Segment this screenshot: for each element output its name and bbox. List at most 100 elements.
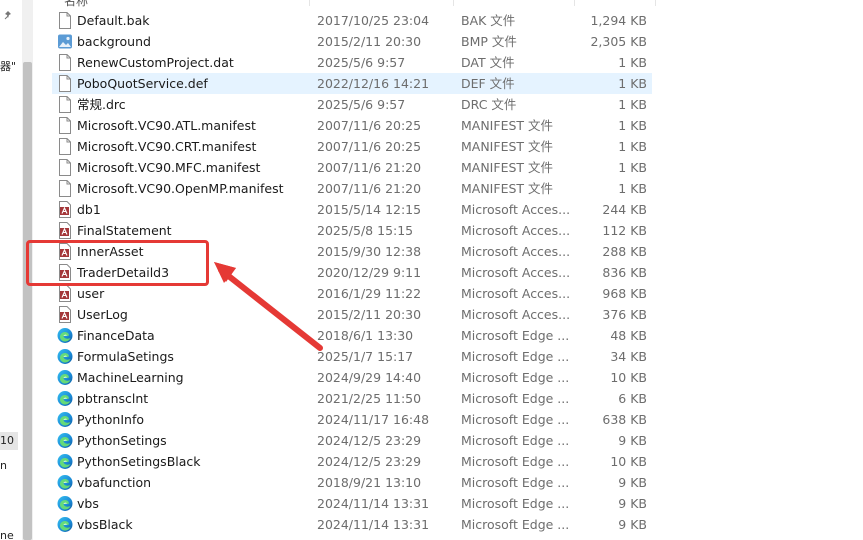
image-file-icon (57, 33, 73, 50)
file-row[interactable]: PythonSetings 2024/12/5 23:29 Microsoft Ed… (52, 430, 652, 451)
nav-fragment-1[interactable]: 器" (0, 58, 16, 74)
edge-icon (57, 474, 73, 491)
edge-icon (57, 411, 73, 428)
file-size: 836 KB (602, 265, 647, 280)
edge-icon (57, 516, 73, 533)
file-name: Microsoft.VC90.ATL.manifest (77, 118, 256, 133)
file-date-modified: 2015/2/11 20:30 (317, 307, 422, 322)
file-size: 9 KB (618, 496, 647, 511)
file-row[interactable]: FormulaSetings 2025/1/7 15:17 Microsoft Ed… (52, 346, 652, 367)
file-row[interactable]: db1 2015/5/14 12:15 Microsoft Acces... 244 … (52, 199, 652, 220)
file-name: user (77, 286, 105, 301)
file-name: FinalStatement (77, 223, 172, 238)
generic-file-icon (57, 12, 73, 29)
file-date-modified: 2018/9/21 13:10 (317, 475, 422, 490)
file-name: PoboQuotService.def (77, 76, 208, 91)
file-name: RenewCustomProject.dat (77, 55, 234, 70)
file-date-modified: 2024/12/5 23:29 (317, 433, 422, 448)
edge-icon (57, 327, 73, 344)
file-row[interactable]: vbsBlack 2024/11/14 13:31 Microsoft Edge .… (52, 514, 652, 535)
file-row[interactable]: pbtransclnt 2021/2/25 11:50 Microsoft Edge… (52, 388, 652, 409)
access-db-icon (57, 306, 73, 323)
file-date-modified: 2020/12/29 9:11 (317, 265, 422, 280)
file-size: 6 KB (618, 391, 647, 406)
file-date-modified: 2024/9/29 14:40 (317, 370, 422, 385)
file-type: MANIFEST 文件 (461, 118, 554, 133)
file-date-modified: 2021/2/25 11:50 (317, 391, 422, 406)
file-date-modified: 2024/12/5 23:29 (317, 454, 422, 469)
file-type: DRC 文件 (461, 97, 517, 112)
file-size: 1 KB (618, 181, 647, 196)
file-row[interactable]: user 2016/1/29 11:22 Microsoft Acces... 968… (52, 283, 652, 304)
file-row[interactable]: RenewCustomProject.dat 2025/5/6 9:57 DAT 文… (52, 52, 652, 73)
file-name: Microsoft.VC90.CRT.manifest (77, 139, 257, 154)
file-name: PythonInfo (77, 412, 144, 427)
navigation-pane: 器" 10 n ne (0, 0, 20, 540)
edge-icon (57, 453, 73, 470)
file-name: Microsoft.VC90.OpenMP.manifest (77, 181, 284, 196)
generic-file-icon (57, 138, 73, 155)
file-type: BAK 文件 (461, 13, 516, 28)
file-row[interactable]: Microsoft.VC90.MFC.manifest 2007/11/6 21:… (52, 157, 652, 178)
file-date-modified: 2025/5/6 9:57 (317, 97, 406, 112)
file-name: FinanceData (77, 328, 155, 343)
column-divider[interactable] (655, 0, 656, 6)
file-date-modified: 2007/11/6 20:25 (317, 139, 422, 154)
file-row[interactable]: Microsoft.VC90.ATL.manifest 2007/11/6 20:… (52, 115, 652, 136)
nav-fragment-4[interactable]: ne (0, 529, 14, 540)
file-name: vbs (77, 496, 99, 511)
file-row[interactable]: vbs 2024/11/14 13:31 Microsoft Edge ... 9 K… (52, 493, 652, 514)
edge-icon (57, 348, 73, 365)
file-size: 34 KB (610, 349, 647, 364)
file-name: Default.bak (77, 13, 150, 28)
scrollbar-thumb[interactable] (23, 62, 32, 540)
file-name: Microsoft.VC90.MFC.manifest (77, 160, 261, 175)
file-size: 968 KB (602, 286, 647, 301)
file-date-modified: 2024/11/14 13:31 (317, 517, 430, 532)
file-size: 10 KB (610, 370, 647, 385)
file-size: 638 KB (602, 412, 647, 427)
file-size: 376 KB (602, 307, 647, 322)
file-date-modified: 2024/11/17 16:48 (317, 412, 430, 427)
file-date-modified: 2022/12/16 14:21 (317, 76, 430, 91)
file-type: MANIFEST 文件 (461, 181, 554, 196)
file-row[interactable]: 常规.drc 2025/5/6 9:57 DRC 文件 1 KB (52, 94, 652, 115)
file-row[interactable]: MachineLearning 2024/9/29 14:40 Microsoft … (52, 367, 652, 388)
file-size: 9 KB (618, 517, 647, 532)
file-date-modified: 2017/10/25 23:04 (317, 13, 430, 28)
file-row[interactable]: PythonInfo 2024/11/17 16:48 Microsoft Edge… (52, 409, 652, 430)
column-divider[interactable] (453, 0, 454, 6)
file-type: BMP 文件 (461, 34, 517, 49)
file-row[interactable]: Microsoft.VC90.CRT.manifest 2007/11/6 20:… (52, 136, 652, 157)
generic-file-icon (57, 180, 73, 197)
nav-fragment-3[interactable]: n (0, 459, 7, 472)
file-type: DAT 文件 (461, 55, 515, 70)
file-type: MANIFEST 文件 (461, 139, 554, 154)
file-row[interactable]: FinalStatement 2025/5/8 15:15 Microsoft Ac… (52, 220, 652, 241)
file-name: MachineLearning (77, 370, 184, 385)
file-name: background (77, 34, 151, 49)
file-size: 1 KB (618, 55, 647, 70)
pin-icon[interactable] (3, 10, 13, 20)
file-name: vbsBlack (77, 517, 133, 532)
file-size: 9 KB (618, 433, 647, 448)
nav-fragment-2[interactable]: 10 (0, 434, 14, 447)
file-row[interactable]: PythonSetingsBlack 2024/12/5 23:29 Microso… (52, 451, 652, 472)
column-header-name[interactable]: 名称 (64, 0, 88, 9)
edge-icon (57, 390, 73, 407)
column-divider[interactable] (309, 0, 310, 6)
file-row[interactable]: Default.bak 2017/10/25 23:04 BAK 文件 1,294 K… (52, 10, 652, 31)
file-row[interactable]: PoboQuotService.def 2022/12/16 14:21 DEF 文… (52, 73, 652, 94)
file-size: 1,294 KB (590, 13, 647, 28)
generic-file-icon (57, 159, 73, 176)
file-row[interactable]: FinanceData 2018/6/1 13:30 Microsoft Edge … (52, 325, 652, 346)
file-row[interactable]: Microsoft.VC90.OpenMP.manifest 2007/11/6 … (52, 178, 652, 199)
file-date-modified: 2007/11/6 20:25 (317, 118, 422, 133)
file-size: 10 KB (610, 454, 647, 469)
file-row[interactable]: UserLog 2015/2/11 20:30 Microsoft Acces...… (52, 304, 652, 325)
file-row[interactable]: background 2015/2/11 20:30 BMP 文件 2,305 KB (52, 31, 652, 52)
file-size: 1 KB (618, 76, 647, 91)
column-divider[interactable] (574, 0, 575, 6)
file-row[interactable]: vbafunction 2018/9/21 13:10 Microsoft Edge… (52, 472, 652, 493)
file-size: 1 KB (618, 160, 647, 175)
